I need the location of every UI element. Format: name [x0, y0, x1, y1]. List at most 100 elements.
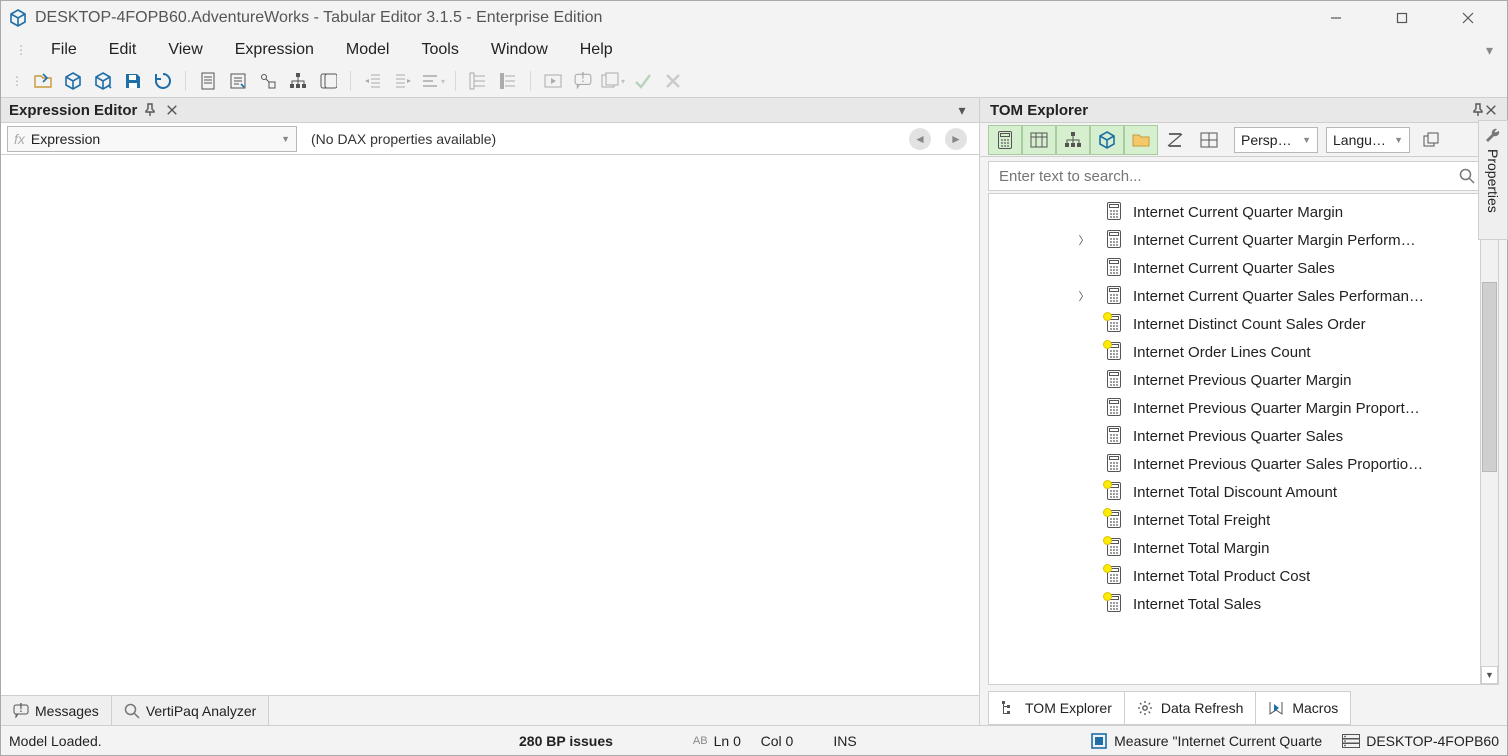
tom-search-box[interactable]: ▼: [988, 161, 1499, 191]
tree-item[interactable]: 〉Internet Current Quarter Sales Performa…: [989, 282, 1480, 310]
chevron-down-icon: ▼: [1394, 135, 1403, 145]
tree-item[interactable]: Internet Current Quarter Sales: [989, 254, 1480, 282]
new-diagram-button[interactable]: [254, 68, 282, 94]
tree-item[interactable]: Internet Current Quarter Margin: [989, 198, 1480, 226]
expand-chevron-icon[interactable]: 〉: [1077, 232, 1091, 248]
status-line: Ln 0: [714, 733, 741, 749]
tree-item[interactable]: Internet Total Product Cost: [989, 562, 1480, 590]
comment-button[interactable]: [494, 68, 522, 94]
status-measure: Measure "Internet Current Quarte: [1114, 733, 1322, 749]
chevron-down-icon: ▼: [281, 134, 290, 144]
menu-expression[interactable]: Expression: [221, 37, 328, 63]
filter-columns-button[interactable]: [1022, 125, 1056, 155]
panel-overflow-icon[interactable]: ▾: [953, 101, 971, 119]
status-bp-issues[interactable]: 280 BP issues: [519, 733, 613, 749]
run-button[interactable]: [539, 68, 567, 94]
search-icon[interactable]: [1459, 168, 1475, 184]
tom-tree[interactable]: Internet Current Quarter Margin〉Internet…: [989, 194, 1480, 684]
open-folder-button[interactable]: [29, 68, 57, 94]
accept-button[interactable]: [629, 68, 657, 94]
expression-editor-title: Expression Editor: [9, 102, 137, 119]
toolbar-grip-icon: ⋮: [11, 74, 23, 88]
save-button[interactable]: [119, 68, 147, 94]
cancel-button[interactable]: [659, 68, 687, 94]
dependencies-button[interactable]: [284, 68, 312, 94]
tab-data-refresh[interactable]: Data Refresh: [1125, 691, 1256, 725]
tab-messages[interactable]: Messages: [1, 696, 112, 725]
filter-sort-button[interactable]: [1158, 125, 1192, 155]
maximize-button[interactable]: [1379, 3, 1425, 33]
tree-item[interactable]: Internet Previous Quarter Sales: [989, 422, 1480, 450]
expression-editor-body[interactable]: [1, 155, 979, 695]
menu-tools[interactable]: Tools: [407, 37, 472, 63]
properties-tab[interactable]: Properties: [1478, 120, 1508, 240]
indent-button[interactable]: [389, 68, 417, 94]
tree-item[interactable]: Internet Total Sales: [989, 590, 1480, 618]
tree-item[interactable]: Internet Distinct Count Sales Order: [989, 310, 1480, 338]
filter-folders-button[interactable]: [1124, 125, 1158, 155]
tree-item[interactable]: Internet Previous Quarter Margin Proport…: [989, 394, 1480, 422]
menu-help[interactable]: Help: [566, 37, 627, 63]
uncomment-button[interactable]: [464, 68, 492, 94]
filter-partitions-button[interactable]: [1192, 125, 1226, 155]
minimize-button[interactable]: [1313, 3, 1359, 33]
titlebar: DESKTOP-4FOPB60.AdventureWorks - Tabular…: [1, 1, 1507, 35]
tom-scrollbar[interactable]: ▲ ▼: [1480, 194, 1498, 684]
menu-view[interactable]: View: [154, 37, 216, 63]
menu-model[interactable]: Model: [332, 37, 404, 63]
menubar-overflow-icon[interactable]: ▾: [1486, 42, 1493, 59]
scroll-down-button[interactable]: ▼: [1481, 666, 1498, 684]
menu-file[interactable]: File: [37, 37, 91, 63]
nav-back-button[interactable]: ◄: [909, 128, 931, 150]
tom-search-input[interactable]: [997, 167, 1455, 186]
refresh-button[interactable]: [149, 68, 177, 94]
tree-item[interactable]: Internet Order Lines Count: [989, 338, 1480, 366]
tree-item[interactable]: Internet Total Discount Amount: [989, 478, 1480, 506]
tab-macros[interactable]: Macros: [1256, 691, 1351, 725]
expression-type-dropdown[interactable]: fx Expression ▼: [7, 126, 297, 152]
scroll-thumb[interactable]: [1482, 282, 1497, 472]
language-dropdown[interactable]: Langu… ▼: [1326, 127, 1410, 153]
restore-window-button[interactable]: [1418, 127, 1444, 153]
measure-icon: [1107, 286, 1123, 306]
measure-icon: [1107, 482, 1123, 502]
tab-tom-explorer[interactable]: TOM Explorer: [988, 691, 1125, 725]
tree-item[interactable]: 〉Internet Current Quarter Margin Perform…: [989, 226, 1480, 254]
expand-chevron-icon[interactable]: 〉: [1077, 288, 1091, 304]
close-button[interactable]: [1445, 3, 1491, 33]
tab-vertipaq-analyzer[interactable]: VertiPaq Analyzer: [112, 696, 270, 725]
new-query-button[interactable]: [224, 68, 252, 94]
tree-item[interactable]: Internet Total Freight: [989, 506, 1480, 534]
outdent-button[interactable]: [359, 68, 387, 94]
measure-icon: [1107, 342, 1123, 362]
deploy-model-button[interactable]: [89, 68, 117, 94]
preview-data-button[interactable]: [314, 68, 342, 94]
tom-pin-icon[interactable]: [1471, 103, 1485, 117]
status-measure-group: Measure "Internet Current Quarte: [1090, 732, 1322, 750]
close-panel-icon[interactable]: [163, 101, 181, 119]
measure-icon: [1107, 426, 1123, 446]
filter-cubes-button[interactable]: [1090, 125, 1124, 155]
tom-close-icon[interactable]: [1485, 104, 1497, 116]
menu-edit[interactable]: Edit: [95, 37, 151, 63]
expression-info-text: (No DAX properties available): [311, 131, 496, 147]
tom-bottom-tabs: TOM Explorer Data Refresh Macros: [988, 691, 1499, 725]
right-pane: TOM Explorer Persp… ▼ Langu… ▼: [979, 97, 1507, 725]
tree-item[interactable]: Internet Total Margin: [989, 534, 1480, 562]
nav-forward-button[interactable]: ►: [945, 128, 967, 150]
menu-window[interactable]: Window: [477, 37, 562, 63]
debug-button[interactable]: [569, 68, 597, 94]
filter-measures-button[interactable]: [988, 125, 1022, 155]
new-script-button[interactable]: [194, 68, 222, 94]
tree-item-label: Internet Total Margin: [1133, 540, 1269, 557]
tree-item[interactable]: Internet Previous Quarter Sales Proporti…: [989, 450, 1480, 478]
properties-tab-label: Properties: [1485, 149, 1501, 213]
perspective-dropdown[interactable]: Persp… ▼: [1234, 127, 1318, 153]
tree-item[interactable]: Internet Previous Quarter Margin: [989, 366, 1480, 394]
format-dropdown[interactable]: [419, 68, 447, 94]
filter-hierarchies-button[interactable]: [1056, 125, 1090, 155]
connect-model-button[interactable]: [59, 68, 87, 94]
scroll-track[interactable]: [1481, 212, 1498, 666]
run-options-dropdown[interactable]: [599, 68, 627, 94]
pin-icon[interactable]: [141, 101, 159, 119]
